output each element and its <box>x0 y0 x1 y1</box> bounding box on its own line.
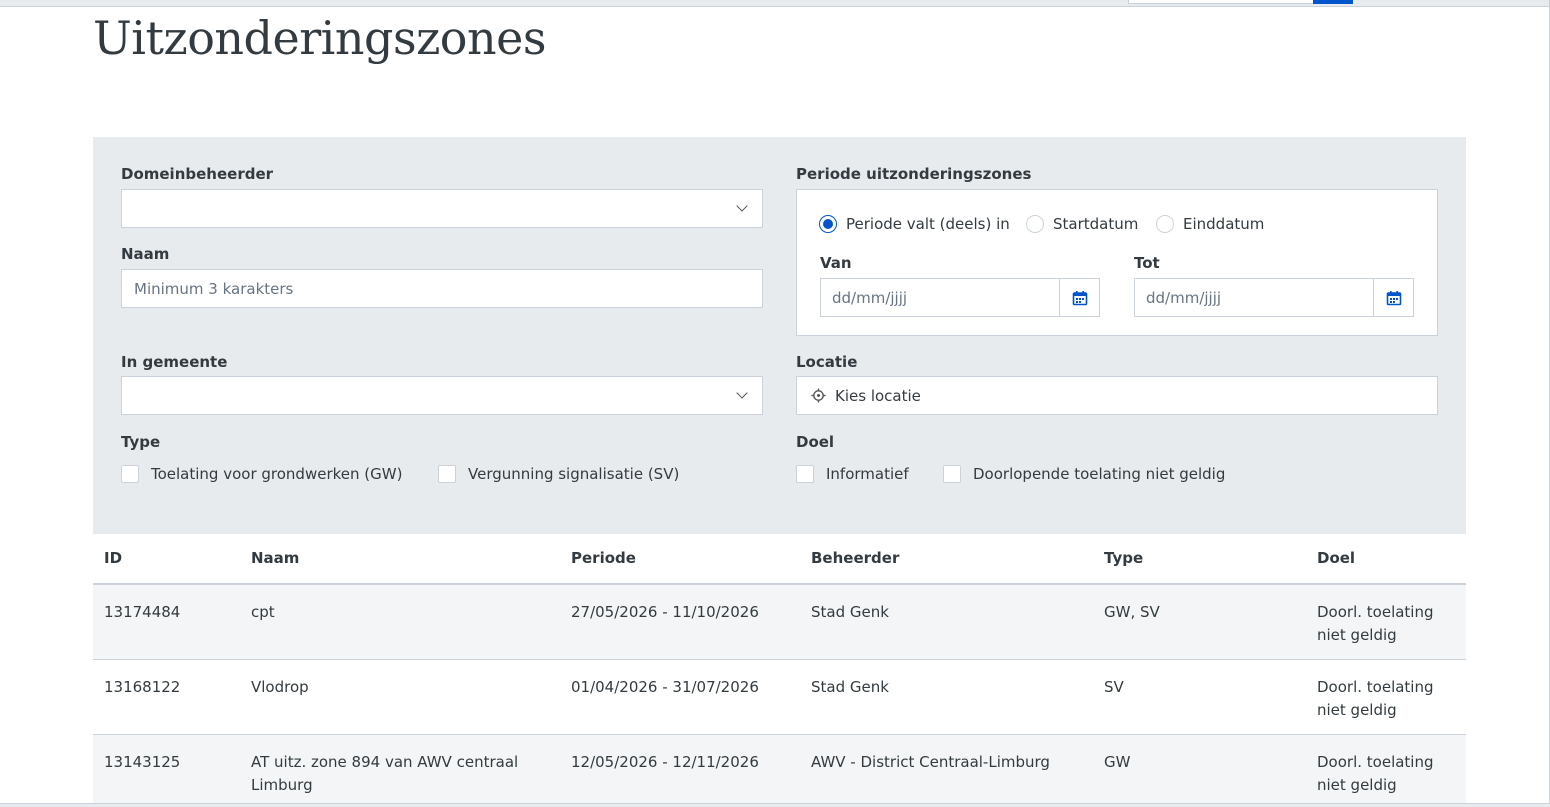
radio-einddatum-label: Einddatum <box>1183 215 1265 233</box>
table-header: ID Naam Periode Beheerder Type Doel <box>93 534 1466 585</box>
column-header-periode[interactable]: Periode <box>571 549 636 567</box>
calendar-icon[interactable] <box>1373 279 1413 316</box>
header-search-button[interactable] <box>1313 0 1353 4</box>
naam-label: Naam <box>121 245 170 263</box>
cell-doel: Doorl. toelating niet geldig <box>1317 753 1434 794</box>
locatie-label: Locatie <box>796 353 858 371</box>
radio-einddatum[interactable]: Einddatum <box>1156 215 1264 233</box>
radio-icon[interactable] <box>1156 215 1174 233</box>
radio-periode-valt-in[interactable]: Periode valt (deels) in <box>819 215 1010 233</box>
chevron-down-icon <box>736 200 748 212</box>
doel-option-informatief-label: Informatief <box>826 465 909 483</box>
van-label: Van <box>820 254 852 272</box>
table-row[interactable]: 13168122 Vlodrop 01/04/2026 - 31/07/2026… <box>93 660 1466 735</box>
tot-placeholder: dd/mm/jjjj <box>1146 289 1222 307</box>
cell-naam: AT uitz. zone 894 van AWV centraal Limbu… <box>251 753 519 794</box>
periode-label: Periode uitzonderingszones <box>796 165 1032 183</box>
checkbox-box[interactable] <box>943 465 961 483</box>
top-header-bar <box>0 0 1550 7</box>
cell-id: 13168122 <box>104 678 181 696</box>
radio-startdatum[interactable]: Startdatum <box>1026 215 1138 233</box>
header-search-input[interactable] <box>1128 0 1314 4</box>
doel-label: Doel <box>796 433 835 451</box>
column-header-beheerder[interactable]: Beheerder <box>811 549 899 567</box>
column-header-id[interactable]: ID <box>104 549 122 567</box>
type-option-sv-label: Vergunning signalisatie (SV) <box>468 465 680 483</box>
cell-beheerder: Stad Genk <box>811 678 889 696</box>
type-checkbox-sv[interactable]: Vergunning signalisatie (SV) <box>438 465 679 483</box>
page-title: Uitzonderingszones <box>93 11 546 65</box>
cell-id: 13143125 <box>104 753 181 771</box>
cell-beheerder: AWV - District Centraal-Limburg <box>811 753 1050 771</box>
locatie-placeholder: Kies locatie <box>835 387 921 405</box>
domeinbeheerder-select[interactable] <box>121 189 763 228</box>
radio-icon[interactable] <box>1026 215 1044 233</box>
cell-id: 13174484 <box>104 603 181 621</box>
cell-naam: Vlodrop <box>251 678 309 696</box>
cell-periode: 27/05/2026 - 11/10/2026 <box>571 603 759 621</box>
doel-checkbox-informatief[interactable]: Informatief <box>796 465 909 483</box>
checkbox-box[interactable] <box>121 465 139 483</box>
type-option-gw-label: Toelating voor grondwerken (GW) <box>151 465 403 483</box>
checkbox-box[interactable] <box>438 465 456 483</box>
gemeente-select[interactable] <box>121 376 763 415</box>
doel-option-doorlopende-label: Doorlopende toelating niet geldig <box>973 465 1226 483</box>
cell-periode: 01/04/2026 - 31/07/2026 <box>571 678 759 696</box>
table-row[interactable]: 13174484 cpt 27/05/2026 - 11/10/2026 Sta… <box>93 585 1466 660</box>
van-date-input[interactable]: dd/mm/jjjj <box>820 278 1100 317</box>
naam-placeholder: Minimum 3 karakters <box>134 280 294 298</box>
filter-panel: Domeinbeheerder Naam Minimum 3 karakters… <box>93 137 1466 534</box>
radio-selected-icon[interactable] <box>819 215 837 233</box>
naam-input[interactable]: Minimum 3 karakters <box>121 269 763 308</box>
cell-type: GW <box>1104 753 1131 771</box>
table-row[interactable]: 13143125 AT uitz. zone 894 van AWV centr… <box>93 735 1466 807</box>
radio-startdatum-label: Startdatum <box>1053 215 1139 233</box>
domeinbeheerder-label: Domeinbeheerder <box>121 165 274 183</box>
type-checkbox-gw[interactable]: Toelating voor grondwerken (GW) <box>121 465 402 483</box>
bottom-edge <box>0 803 1550 807</box>
cell-type: SV <box>1104 678 1124 696</box>
cell-periode: 12/05/2026 - 12/11/2026 <box>571 753 759 771</box>
van-placeholder: dd/mm/jjjj <box>832 289 908 307</box>
locatie-input[interactable]: Kies locatie <box>796 376 1438 415</box>
checkbox-box[interactable] <box>796 465 814 483</box>
periode-box: Periode valt (deels) in Startdatum Eindd… <box>796 189 1438 336</box>
radio-periode-valt-in-label: Periode valt (deels) in <box>846 215 1010 233</box>
column-header-type[interactable]: Type <box>1104 549 1143 567</box>
tot-label: Tot <box>1134 254 1160 272</box>
results-table: ID Naam Periode Beheerder Type Doel 1317… <box>93 534 1466 807</box>
cell-doel: Doorl. toelating niet geldig <box>1317 603 1434 644</box>
gemeente-label: In gemeente <box>121 353 228 371</box>
column-header-doel[interactable]: Doel <box>1317 549 1457 567</box>
cell-beheerder: Stad Genk <box>811 603 889 621</box>
cell-type: GW, SV <box>1104 603 1160 621</box>
crosshair-icon <box>811 388 826 407</box>
tot-date-input[interactable]: dd/mm/jjjj <box>1134 278 1414 317</box>
type-label: Type <box>121 433 161 451</box>
calendar-icon[interactable] <box>1059 279 1099 316</box>
column-header-naam[interactable]: Naam <box>251 549 551 567</box>
chevron-down-icon <box>736 387 748 399</box>
doel-checkbox-doorlopende[interactable]: Doorlopende toelating niet geldig <box>943 465 1225 483</box>
cell-naam: cpt <box>251 603 275 621</box>
cell-doel: Doorl. toelating niet geldig <box>1317 678 1434 719</box>
